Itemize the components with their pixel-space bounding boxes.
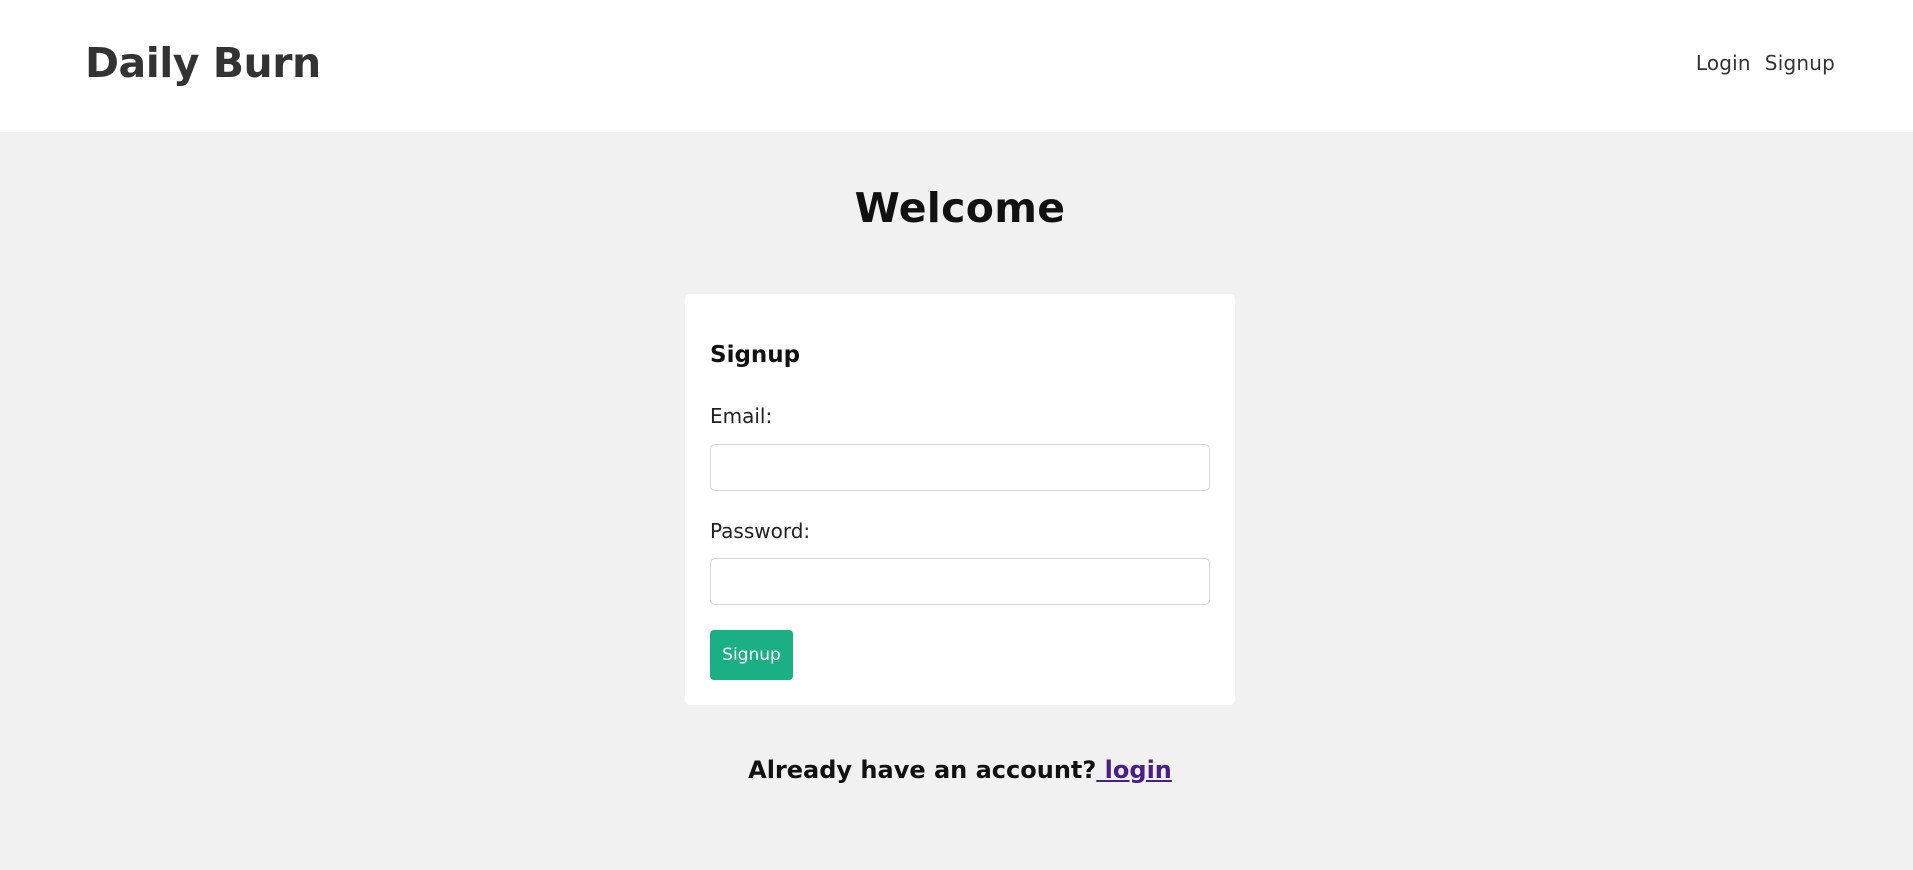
signup-button[interactable]: Signup — [710, 630, 793, 680]
page-title: Welcome — [854, 184, 1066, 232]
nav-signup-link[interactable]: Signup — [1765, 51, 1835, 75]
email-label: Email: — [710, 404, 773, 428]
email-field[interactable] — [710, 444, 1210, 491]
form-heading: Signup — [710, 342, 801, 368]
top-nav: Login Signup — [1696, 51, 1835, 75]
login-link[interactable]: login — [1096, 756, 1172, 784]
site-header: Daily Burn Login Signup — [0, 0, 1913, 132]
nav-login-link[interactable]: Login — [1696, 51, 1751, 75]
login-prompt: Already have an account? login — [0, 756, 1913, 784]
signup-form-card: Signup Email: Password: Signup — [685, 294, 1235, 705]
password-field[interactable] — [710, 558, 1210, 605]
login-prompt-text: Already have an account? — [748, 756, 1097, 784]
password-label: Password: — [710, 519, 811, 543]
brand-logo[interactable]: Daily Burn — [85, 39, 321, 87]
